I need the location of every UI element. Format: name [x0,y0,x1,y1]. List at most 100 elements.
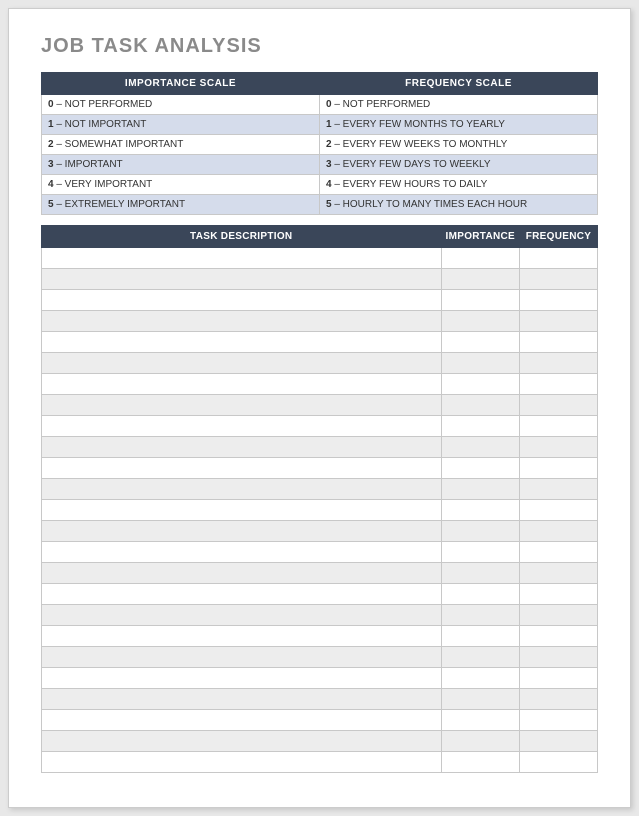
task-frequency-cell[interactable] [520,374,598,395]
frequency-scale-text: – EVERY FEW HOURS TO DAILY [332,179,488,190]
task-frequency-cell[interactable] [520,500,598,521]
task-frequency-cell[interactable] [520,353,598,374]
frequency-scale-text: – HOURLY TO MANY TIMES EACH HOUR [332,199,528,210]
task-importance-cell[interactable] [441,395,519,416]
importance-scale-cell: 4 – VERY IMPORTANT [42,175,320,195]
task-importance-cell[interactable] [441,416,519,437]
task-description-header: TASK DESCRIPTION [42,226,442,248]
task-importance-cell[interactable] [441,668,519,689]
task-desc-cell[interactable] [42,626,442,647]
task-frequency-cell[interactable] [520,458,598,479]
task-frequency-cell[interactable] [520,290,598,311]
table-row [42,500,598,521]
task-frequency-cell[interactable] [520,248,598,269]
scales-table: IMPORTANCE SCALE FREQUENCY SCALE 0 – NOT… [41,72,598,215]
table-row [42,668,598,689]
task-importance-cell[interactable] [441,689,519,710]
task-frequency-cell[interactable] [520,542,598,563]
task-importance-cell[interactable] [441,332,519,353]
table-row [42,269,598,290]
task-desc-cell[interactable] [42,332,442,353]
task-frequency-cell[interactable] [520,563,598,584]
task-desc-cell[interactable] [42,563,442,584]
importance-scale-cell: 0 – NOT PERFORMED [42,95,320,115]
task-desc-cell[interactable] [42,500,442,521]
task-importance-cell[interactable] [441,647,519,668]
task-importance-cell[interactable] [441,479,519,500]
frequency-scale-cell: 2 – EVERY FEW WEEKS TO MONTHLY [320,135,598,155]
table-row [42,437,598,458]
task-desc-cell[interactable] [42,689,442,710]
task-importance-cell[interactable] [441,311,519,332]
task-desc-cell[interactable] [42,395,442,416]
task-importance-cell[interactable] [441,437,519,458]
frequency-scale-text: – NOT PERFORMED [332,99,431,110]
task-importance-cell[interactable] [441,374,519,395]
task-desc-cell[interactable] [42,668,442,689]
table-row [42,290,598,311]
task-importance-cell[interactable] [441,731,519,752]
task-desc-cell[interactable] [42,542,442,563]
task-frequency-cell[interactable] [520,521,598,542]
task-importance-cell[interactable] [441,290,519,311]
task-frequency-cell[interactable] [520,647,598,668]
task-importance-cell[interactable] [441,752,519,773]
task-desc-cell[interactable] [42,311,442,332]
task-desc-cell[interactable] [42,521,442,542]
task-frequency-cell[interactable] [520,626,598,647]
task-frequency-cell[interactable] [520,311,598,332]
frequency-header: FREQUENCY [520,226,598,248]
task-frequency-cell[interactable] [520,710,598,731]
frequency-scale-cell: 3 – EVERY FEW DAYS TO WEEKLY [320,155,598,175]
task-frequency-cell[interactable] [520,395,598,416]
task-desc-cell[interactable] [42,290,442,311]
task-importance-cell[interactable] [441,500,519,521]
task-importance-cell[interactable] [441,248,519,269]
task-desc-cell[interactable] [42,479,442,500]
task-importance-cell[interactable] [441,542,519,563]
task-desc-cell[interactable] [42,374,442,395]
task-importance-cell[interactable] [441,563,519,584]
task-frequency-cell[interactable] [520,332,598,353]
table-row [42,626,598,647]
task-desc-cell[interactable] [42,710,442,731]
scale-row: 0 – NOT PERFORMED0 – NOT PERFORMED [42,95,598,115]
task-desc-cell[interactable] [42,647,442,668]
task-frequency-cell[interactable] [520,689,598,710]
task-desc-cell[interactable] [42,269,442,290]
task-importance-cell[interactable] [441,269,519,290]
task-importance-cell[interactable] [441,458,519,479]
task-importance-cell[interactable] [441,521,519,542]
task-desc-cell[interactable] [42,731,442,752]
task-frequency-cell[interactable] [520,479,598,500]
task-frequency-cell[interactable] [520,584,598,605]
task-desc-cell[interactable] [42,458,442,479]
table-row [42,584,598,605]
task-desc-cell[interactable] [42,752,442,773]
task-desc-cell[interactable] [42,353,442,374]
task-desc-cell[interactable] [42,416,442,437]
task-importance-cell[interactable] [441,710,519,731]
task-frequency-cell[interactable] [520,605,598,626]
task-desc-cell[interactable] [42,248,442,269]
task-importance-cell[interactable] [441,353,519,374]
importance-scale-text: – NOT PERFORMED [54,99,153,110]
task-frequency-cell[interactable] [520,668,598,689]
table-row [42,395,598,416]
task-frequency-cell[interactable] [520,731,598,752]
task-importance-cell[interactable] [441,626,519,647]
task-desc-cell[interactable] [42,584,442,605]
task-desc-cell[interactable] [42,437,442,458]
task-frequency-cell[interactable] [520,437,598,458]
importance-scale-header: IMPORTANCE SCALE [42,73,320,95]
task-importance-cell[interactable] [441,605,519,626]
task-frequency-cell[interactable] [520,416,598,437]
task-desc-cell[interactable] [42,605,442,626]
frequency-scale-header: FREQUENCY SCALE [320,73,598,95]
page-title: JOB TASK ANALYSIS [41,35,598,58]
task-importance-cell[interactable] [441,584,519,605]
table-row [42,479,598,500]
task-frequency-cell[interactable] [520,269,598,290]
importance-scale-text: – EXTREMELY IMPORTANT [54,199,186,210]
task-frequency-cell[interactable] [520,752,598,773]
